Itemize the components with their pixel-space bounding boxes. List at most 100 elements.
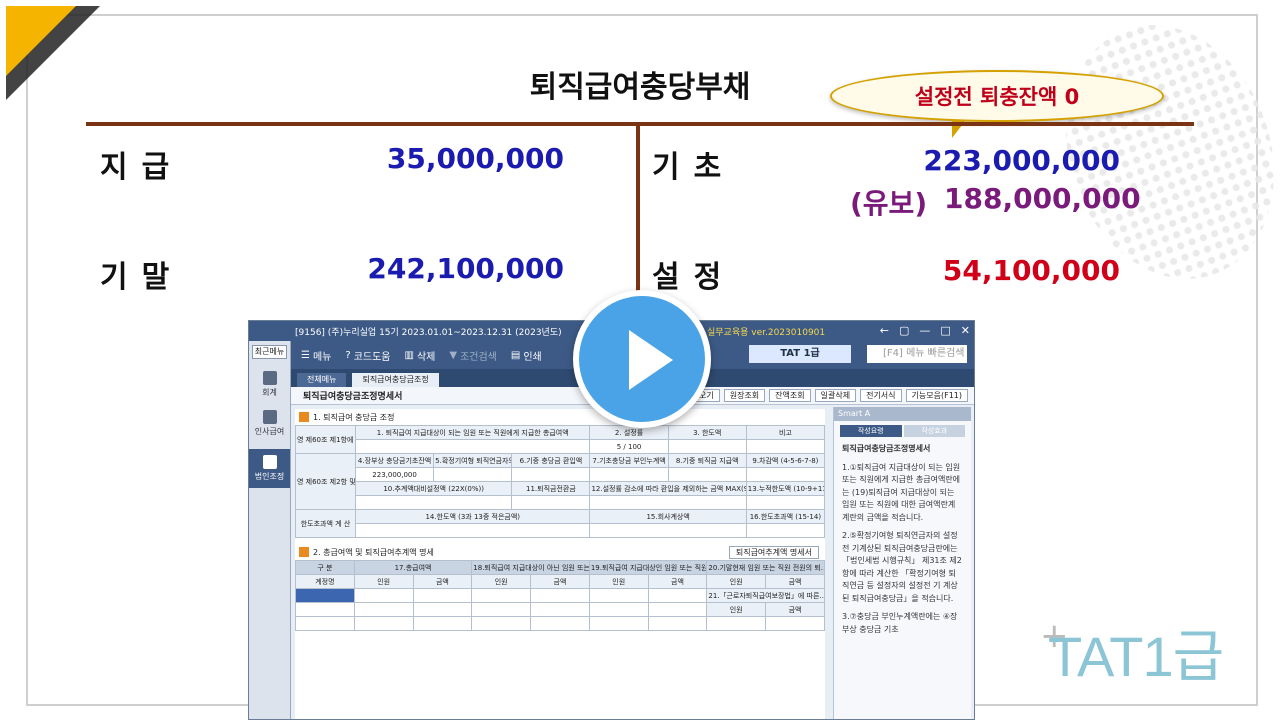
- form-body: 1. 퇴직급여 충당금 조정 영 제60조 제1항에 의한 한도액 1. 퇴직급…: [295, 409, 826, 719]
- table-cell[interactable]: [667, 467, 747, 482]
- table-cell[interactable]: [471, 588, 532, 603]
- tab-guide[interactable]: 작성요령: [840, 425, 902, 437]
- table-cell[interactable]: [353, 616, 414, 631]
- menu-button[interactable]: ☰ 메뉴: [301, 348, 331, 363]
- table-cell[interactable]: [354, 495, 513, 510]
- table-cell[interactable]: 223,000,000: [354, 467, 435, 482]
- table-rowhead: 영 제60조 제1항에 의한 한도액: [295, 425, 356, 454]
- close-icon[interactable]: ✕: [961, 324, 970, 337]
- table-header: 2. 설정률: [589, 425, 669, 440]
- table-cell[interactable]: [745, 523, 826, 538]
- grade-badge: TAT 1급: [749, 345, 851, 363]
- menu-search-input[interactable]: [F4] 메뉴 빠른검색: [867, 345, 967, 363]
- table-cell[interactable]: [647, 616, 708, 631]
- play-button-circle: [579, 296, 705, 422]
- table-cell[interactable]: [354, 439, 591, 454]
- sidebar-item-accounting[interactable]: 회계: [249, 371, 290, 398]
- table-header: 6.기중 충당금 환입액: [511, 453, 591, 468]
- table-cell[interactable]: [530, 602, 590, 617]
- table-header: 인원: [588, 574, 649, 589]
- table-cell[interactable]: [588, 602, 649, 617]
- table-cell[interactable]: [647, 588, 708, 603]
- form-buttons: 새로불러오기 원장조회 잔액조회 일괄삭제 전기서식 기능모음(F11): [663, 389, 968, 402]
- table-cell[interactable]: [589, 467, 669, 482]
- tab-effect[interactable]: 작성효과: [903, 425, 965, 437]
- table-cell[interactable]: [433, 467, 513, 482]
- table-cell[interactable]: [295, 588, 355, 603]
- smart-paragraph: 2.⑤확정기여형 퇴직연금자의 설정전 기계상된 퇴직급여충당금란에는 「법인세…: [842, 531, 962, 603]
- table-cell[interactable]: [588, 616, 649, 631]
- table-cell[interactable]: [706, 616, 767, 631]
- functions-button[interactable]: 기능모음(F11): [905, 389, 968, 402]
- minimize-icon[interactable]: —: [919, 324, 930, 337]
- table-cell[interactable]: [588, 588, 649, 603]
- adjustment-table: 영 제60조 제1항에 의한 한도액 1. 퇴직급여 지급대상이 되는 임원 또…: [295, 425, 826, 538]
- table-cell[interactable]: [511, 495, 591, 510]
- table-cell[interactable]: [353, 602, 414, 617]
- section2-title: 2. 총급여액 및 퇴직급여추계액 명세: [313, 547, 434, 557]
- delete-button[interactable]: ▥ 삭제: [405, 348, 436, 363]
- table-rowhead: 한도초과액 계 산: [295, 509, 356, 538]
- smart-tabs: 작성요령 작성효과: [834, 425, 971, 437]
- table-rowhead: 영 제60조 제2항 및 제3항에 의한 한도액: [295, 453, 356, 510]
- print-label: 인쇄: [523, 351, 542, 363]
- balance-button[interactable]: 잔액조회: [769, 389, 811, 402]
- table-cell[interactable]: [295, 616, 355, 631]
- table-cell[interactable]: [530, 588, 590, 603]
- table-cell[interactable]: [765, 616, 825, 631]
- smart-paragraph: 1.①퇴직급여 지급대상이 되는 임원 또는 직원에게 지급한 총급여액란에는 …: [842, 462, 961, 522]
- estimate-detail-button[interactable]: 퇴직급여추계액 명세서: [728, 546, 819, 559]
- table-header: 16.한도초과액 (15-14): [745, 509, 826, 524]
- table-header: 인원: [706, 574, 767, 589]
- bulk-delete-button[interactable]: 일괄삭제: [814, 389, 857, 402]
- table-cell[interactable]: [745, 495, 826, 510]
- table-cell[interactable]: [667, 439, 747, 454]
- table-cell[interactable]: [471, 616, 532, 631]
- table-header: 인원: [706, 602, 767, 617]
- table-cell[interactable]: 5 / 100: [589, 439, 669, 454]
- video-play-button[interactable]: [573, 290, 711, 428]
- person-icon: [262, 410, 277, 424]
- layout-icon[interactable]: ▢: [899, 324, 909, 337]
- smart-help-panel: Smart A 작성요령 작성효과 퇴직급여충당금조정명세서 1.①퇴직급여 지…: [833, 407, 971, 719]
- table-cell[interactable]: [412, 602, 473, 617]
- table-cell[interactable]: [471, 602, 532, 617]
- table-cell[interactable]: [745, 439, 826, 454]
- table-cell[interactable]: [511, 467, 591, 482]
- ledger-button[interactable]: 원장조회: [723, 389, 766, 402]
- right-sub-value: 188,000,000: [944, 182, 1141, 215]
- section-marker-icon: [299, 412, 309, 422]
- right-row1-label: 기초: [652, 150, 736, 185]
- restore-icon[interactable]: □: [940, 324, 950, 337]
- table-header: 계정명: [295, 574, 355, 589]
- table-header: 인원: [471, 574, 532, 589]
- tab-retirement-adjust[interactable]: 퇴직급여충당금조정: [352, 373, 439, 387]
- table-cell[interactable]: [589, 523, 747, 538]
- table-header: 17.총급여액: [353, 560, 473, 575]
- table-cell[interactable]: [295, 602, 355, 617]
- recent-menu-button[interactable]: 최근메뉴: [252, 345, 287, 359]
- form-title: 퇴직급여충당금조정명세서: [303, 392, 403, 402]
- table-cell[interactable]: [412, 588, 473, 603]
- sidebar-item-corporate-adjust[interactable]: 법인조정: [249, 449, 290, 488]
- sidebar: 최근메뉴 회계 인사급여 법인조정: [249, 341, 291, 719]
- back-icon[interactable]: ←: [880, 324, 889, 337]
- print-button[interactable]: ▤ 인쇄: [511, 348, 542, 363]
- condition-search-button[interactable]: ▼ 조건검색: [449, 348, 497, 363]
- table-header: 7.기초충당금 부인누계액: [589, 453, 669, 468]
- tab-all-menu[interactable]: 전체메뉴: [297, 373, 347, 387]
- table-header: 3. 한도액: [667, 425, 747, 440]
- sidebar-item-payroll[interactable]: 인사급여: [249, 410, 290, 437]
- table-cell[interactable]: [647, 602, 708, 617]
- table-cell[interactable]: [412, 616, 473, 631]
- table-header: 13.누적한도액 (10-9+11+12): [745, 481, 826, 496]
- table-cell[interactable]: [354, 523, 591, 538]
- table-cell[interactable]: [530, 616, 590, 631]
- table-cell[interactable]: [745, 467, 826, 482]
- section-marker-icon: [299, 547, 309, 557]
- code-help-button[interactable]: ? 코드도움: [345, 348, 390, 363]
- prior-form-button[interactable]: 전기서식: [860, 389, 902, 402]
- table-cell[interactable]: [353, 588, 414, 603]
- table-cell[interactable]: [589, 495, 747, 510]
- left-row2-label: 기말: [100, 260, 184, 295]
